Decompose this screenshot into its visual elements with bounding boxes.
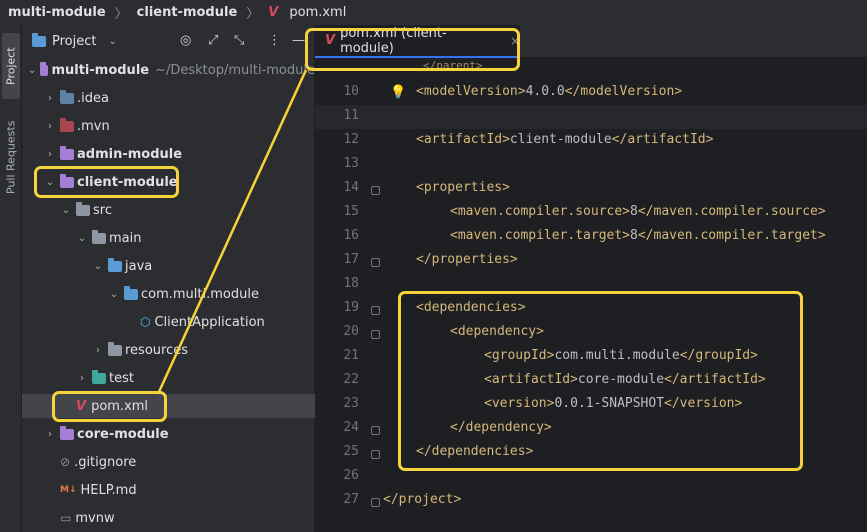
tab-highlight-annotation [305, 28, 520, 71]
dependencies-highlight-annotation [398, 291, 803, 471]
pom-highlight-annotation [52, 391, 167, 422]
client-module-highlight-annotation [34, 166, 179, 198]
